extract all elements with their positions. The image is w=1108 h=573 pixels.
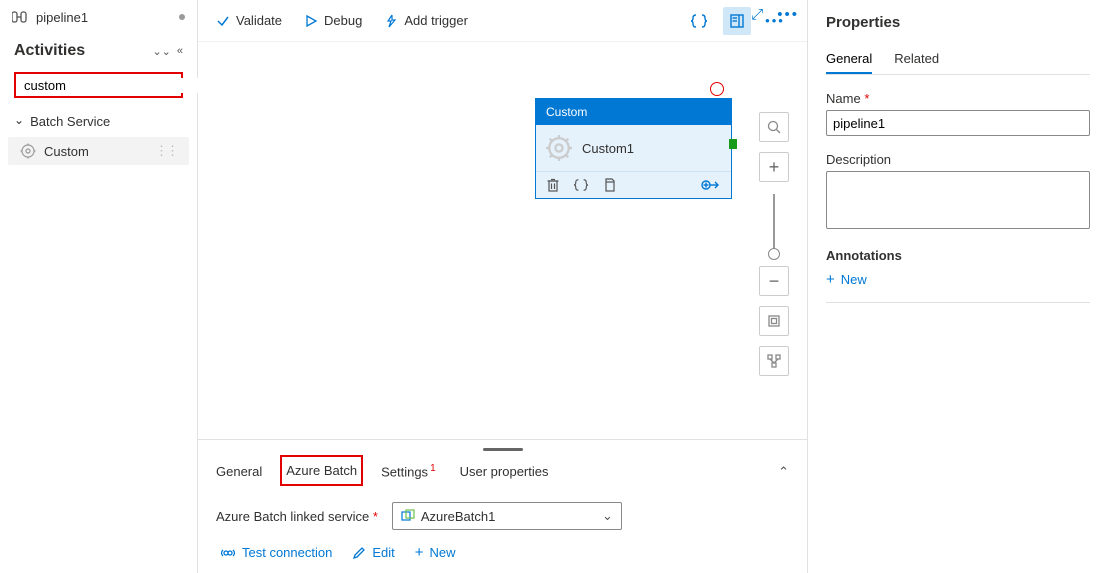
more-icon[interactable]: ••• [777,6,799,23]
settings-badge: 1 [430,463,436,474]
pencil-icon [352,546,366,560]
activities-search[interactable] [14,72,183,98]
check-icon [216,14,230,28]
name-label: Name * [826,91,1090,106]
layout-button[interactable] [759,346,789,376]
unsaved-dot-icon [179,14,185,20]
output-port-icon[interactable] [729,139,737,149]
annotations-label: Annotations [826,248,1090,263]
zoom-in-button[interactable]: + [759,152,789,182]
description-label: Description [826,152,1090,167]
resize-handle[interactable] [483,448,523,451]
collapse-bottom-icon[interactable]: ⌃ [778,464,789,480]
expand-all-icon[interactable]: ⌄⌄ [152,45,170,58]
activity-label: Custom [44,144,89,159]
zoom-slider[interactable] [773,194,775,254]
node-type-label: Custom [536,99,731,125]
add-trigger-button[interactable]: Add trigger [384,13,468,28]
connect-icon [220,546,236,560]
slider-thumb-icon[interactable] [768,248,780,260]
plus-icon: + [826,271,835,288]
tab-general[interactable]: General [216,458,262,485]
braces-icon [691,13,707,29]
panel-icon [729,13,745,29]
validate-button[interactable]: Validate [216,13,282,28]
grip-icon: ⋮⋮ [155,143,177,159]
separator [826,302,1090,303]
tab-settings[interactable]: Settings1 [381,457,436,485]
gear-icon [20,143,36,159]
prop-tab-related[interactable]: Related [894,45,939,74]
fit-screen-button[interactable] [759,306,789,336]
gear-icon [546,135,572,161]
play-icon [304,14,318,28]
node-name: Custom1 [582,141,634,156]
highlight-box [280,455,363,486]
activities-heading: Activities [14,42,146,60]
layout-icon [767,354,781,368]
tab-azure-batch[interactable]: Azure Batch [286,457,357,486]
fit-icon [767,314,781,328]
properties-toggle-button[interactable] [723,7,751,35]
name-input[interactable] [826,110,1090,136]
braces-icon[interactable] [574,178,588,192]
pipeline-canvas[interactable]: Custom Custom1 + − [198,42,807,439]
category-batch-service[interactable]: Batch Service [0,108,197,135]
properties-title: Properties [826,14,1090,31]
search-icon [767,120,781,134]
copy-icon[interactable] [602,178,616,192]
delete-icon[interactable] [546,178,560,192]
tab-title: pipeline1 [36,10,88,25]
collapse-panel-icon[interactable]: « [177,45,183,57]
linked-service-label: Azure Batch linked service * [216,509,378,524]
batch-icon [401,509,415,523]
test-connection-button[interactable]: Test connection [220,544,332,561]
canvas-search-button[interactable] [759,112,789,142]
plus-icon: + [415,544,424,561]
new-linked-button[interactable]: + New [415,544,456,561]
zoom-out-button[interactable]: − [759,266,789,296]
edit-button[interactable]: Edit [352,544,394,561]
connector-add-icon[interactable] [701,178,721,192]
new-annotation-button[interactable]: + New [826,271,1090,288]
tab-user-properties[interactable]: User properties [460,458,549,485]
lightning-icon [384,14,398,28]
expand-window-icon[interactable]: ⤢ [751,6,763,23]
code-view-button[interactable] [685,7,713,35]
debug-button[interactable]: Debug [304,13,362,28]
linked-service-value: AzureBatch1 [421,509,495,524]
prop-tab-general[interactable]: General [826,45,872,74]
activity-node-custom1[interactable]: Custom Custom1 [535,98,732,199]
search-input[interactable] [24,78,200,93]
linked-service-select[interactable]: AzureBatch1 ⌄ [392,502,622,530]
description-input[interactable] [826,171,1090,229]
activity-custom[interactable]: Custom ⋮⋮ [8,137,189,165]
pipeline-icon [12,10,28,24]
chevron-down-icon: ⌄ [602,508,613,524]
validation-marker-icon [710,82,724,96]
pipeline-tab[interactable]: pipeline1 [0,0,197,34]
